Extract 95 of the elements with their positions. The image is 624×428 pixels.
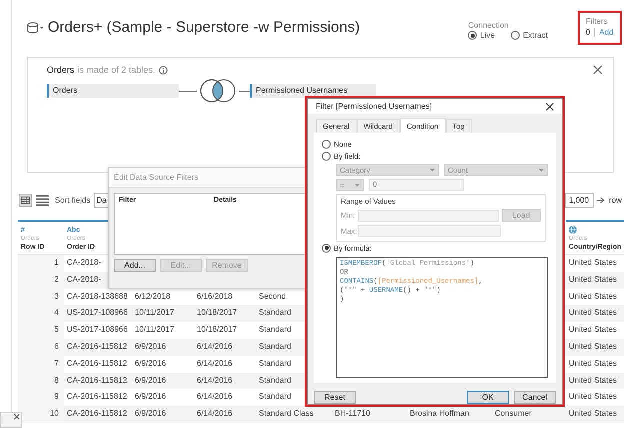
table-cell: Standard xyxy=(259,358,292,368)
reset-button[interactable]: Reset xyxy=(314,391,356,404)
table-cell: Second xyxy=(259,292,286,301)
table-card[interactable]: Orders xyxy=(47,84,179,98)
table-cell: United States xyxy=(569,274,618,284)
radio-button[interactable] xyxy=(511,31,520,40)
table-cell: CA-2016-115812 xyxy=(67,376,128,385)
table-cell: 10/11/2017 xyxy=(135,308,174,318)
table-cell: United States xyxy=(569,258,618,267)
table-cell: 6/9/2016 xyxy=(135,376,166,385)
list-view-icon xyxy=(36,194,49,206)
table-cell: United States xyxy=(569,409,618,418)
caret-icon xyxy=(430,168,435,172)
table-cell: 6/9/2016 xyxy=(135,392,166,402)
table-name: Orders xyxy=(47,65,75,75)
info-icon xyxy=(158,66,168,74)
table-cell: Standard xyxy=(259,392,292,402)
dialog-title: Filter [Permissioned Usernames] xyxy=(316,102,432,111)
row-number: 1 xyxy=(54,258,59,267)
filters-label: Filters xyxy=(586,16,609,26)
table-cell: 10/18/2017 xyxy=(197,325,238,334)
table-cell: CA-2016-115812 xyxy=(67,409,128,418)
table-cell: 6/14/2016 xyxy=(197,342,233,351)
radio-label[interactable]: Extract xyxy=(523,31,548,40)
table-cell: Brosina Hoffman xyxy=(410,409,470,418)
table-cell: Consumer xyxy=(495,409,532,418)
row-number: 5 xyxy=(54,325,59,334)
row-number: 10 xyxy=(50,409,59,418)
table-cell: United States xyxy=(569,358,618,368)
table-cell: 6/12/2018 xyxy=(135,292,171,301)
table-cell: US-2017-108966 xyxy=(67,308,128,318)
table-cell: 6/14/2016 xyxy=(197,392,233,402)
table-cell: United States xyxy=(569,376,618,385)
database-icon xyxy=(27,22,44,34)
radio-label[interactable]: Live xyxy=(480,31,496,40)
table-cell: CA-2018- xyxy=(67,258,102,267)
table-cell: United States xyxy=(569,392,618,402)
table-cell: CA-2016-115812 xyxy=(67,342,128,351)
input-field[interactable] xyxy=(358,225,501,238)
add-filter-link[interactable]: Add xyxy=(599,28,614,36)
radio-button[interactable] xyxy=(322,244,331,253)
dialog-button[interactable]: Add... xyxy=(114,259,156,272)
table-cell: CA-2018- xyxy=(67,274,102,284)
table-cell: 6/9/2016 xyxy=(135,342,166,351)
table-cell: 10/11/2017 xyxy=(135,325,174,334)
table-cell: CA-2016-115812 xyxy=(67,392,128,402)
table-cell: United States xyxy=(569,292,618,301)
table-cell: United States xyxy=(569,342,618,351)
table-cell: Standard xyxy=(259,342,292,351)
table-cell: United States xyxy=(569,308,618,318)
data-source-title: Orders+ (Sample - Superstore -w Permissions) xyxy=(48,19,360,36)
table-cell: Standard xyxy=(259,376,292,385)
close-icon xyxy=(14,414,20,420)
table-cell: Standard xyxy=(259,325,292,334)
filter-count: 0 xyxy=(586,28,596,36)
radio-button[interactable] xyxy=(322,140,331,149)
arrow-right-icon xyxy=(597,196,606,204)
grid-view-icon xyxy=(19,194,32,206)
join-description: is made of 2 tables. xyxy=(78,65,156,75)
close-icon xyxy=(593,65,603,75)
table-cell: 6/14/2016 xyxy=(197,376,233,385)
row-number: 6 xyxy=(54,342,59,351)
row-limit-field[interactable]: 1,000 xyxy=(565,192,594,208)
input-field[interactable] xyxy=(358,210,499,222)
row-number: 4 xyxy=(54,308,59,318)
row-number: 8 xyxy=(54,376,59,385)
cancel-button[interactable]: Cancel xyxy=(514,391,556,404)
table-cell: US-2017-108966 xyxy=(67,325,128,334)
row-number: 3 xyxy=(54,292,59,301)
rows-label: row xyxy=(609,196,622,204)
table-cell: 6/14/2016 xyxy=(197,358,233,368)
table-cell: BH-11710 xyxy=(335,409,370,418)
table-cell: CA-2018-138688 xyxy=(67,292,128,301)
sort-fields-label: Sort fields xyxy=(55,196,91,204)
ok-button[interactable]: OK xyxy=(467,391,509,404)
radio-button[interactable] xyxy=(322,152,331,161)
table-cell: 6/9/2016 xyxy=(135,358,166,368)
table-cell: 6/9/2016 xyxy=(135,409,166,418)
caret-icon xyxy=(539,168,544,172)
table-cell: CA-2016-115812 xyxy=(67,358,128,368)
table-cell: United States xyxy=(569,325,618,334)
globe-icon xyxy=(569,226,577,234)
table-cell: Standard xyxy=(259,308,292,318)
connection-label: Connection xyxy=(468,21,510,30)
table-cell: 6/16/2018 xyxy=(197,292,233,301)
row-number: 2 xyxy=(54,274,59,284)
caret-icon xyxy=(355,184,360,187)
row-number: 9 xyxy=(54,392,59,402)
row-number: 7 xyxy=(54,358,59,368)
table-card[interactable]: Permissioned Usernames xyxy=(250,84,376,98)
table-cell: 10/18/2017 xyxy=(197,308,238,318)
close-icon xyxy=(546,102,554,110)
radio-button[interactable] xyxy=(468,31,478,40)
table-cell: 6/14/2016 xyxy=(197,409,233,418)
table-cell: Standard Class xyxy=(259,409,314,418)
